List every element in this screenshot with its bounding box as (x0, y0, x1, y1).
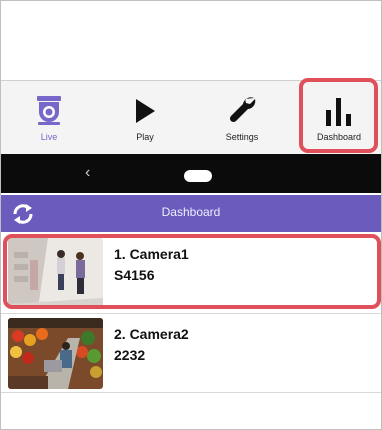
nav-live-label: Live (40, 132, 58, 142)
nav-play[interactable]: Play (105, 81, 185, 155)
dashboard-header: Dashboard (1, 195, 381, 232)
camera-list-item[interactable]: 2. Camera2 2232 (1, 313, 381, 391)
list-divider (1, 392, 381, 393)
camera-dome-icon (37, 96, 61, 125)
camera1-highlight-box (3, 234, 381, 309)
back-icon[interactable]: ‹ (85, 164, 90, 182)
dashboard-highlight-box (299, 78, 378, 153)
nav-settings[interactable]: Settings (202, 81, 282, 155)
blank-area (1, 1, 381, 80)
play-icon (136, 99, 155, 123)
camera-code: 2232 (114, 347, 146, 363)
nav-live[interactable]: Live (9, 81, 89, 155)
home-pill-button[interactable] (184, 170, 212, 182)
page-title: Dashboard (161, 205, 221, 219)
camera-name: 2. Camera2 (114, 326, 189, 342)
wrench-icon (229, 97, 256, 123)
nav-play-label: Play (136, 132, 154, 142)
camera2-thumbnail (8, 318, 103, 389)
nav-settings-label: Settings (225, 132, 259, 142)
